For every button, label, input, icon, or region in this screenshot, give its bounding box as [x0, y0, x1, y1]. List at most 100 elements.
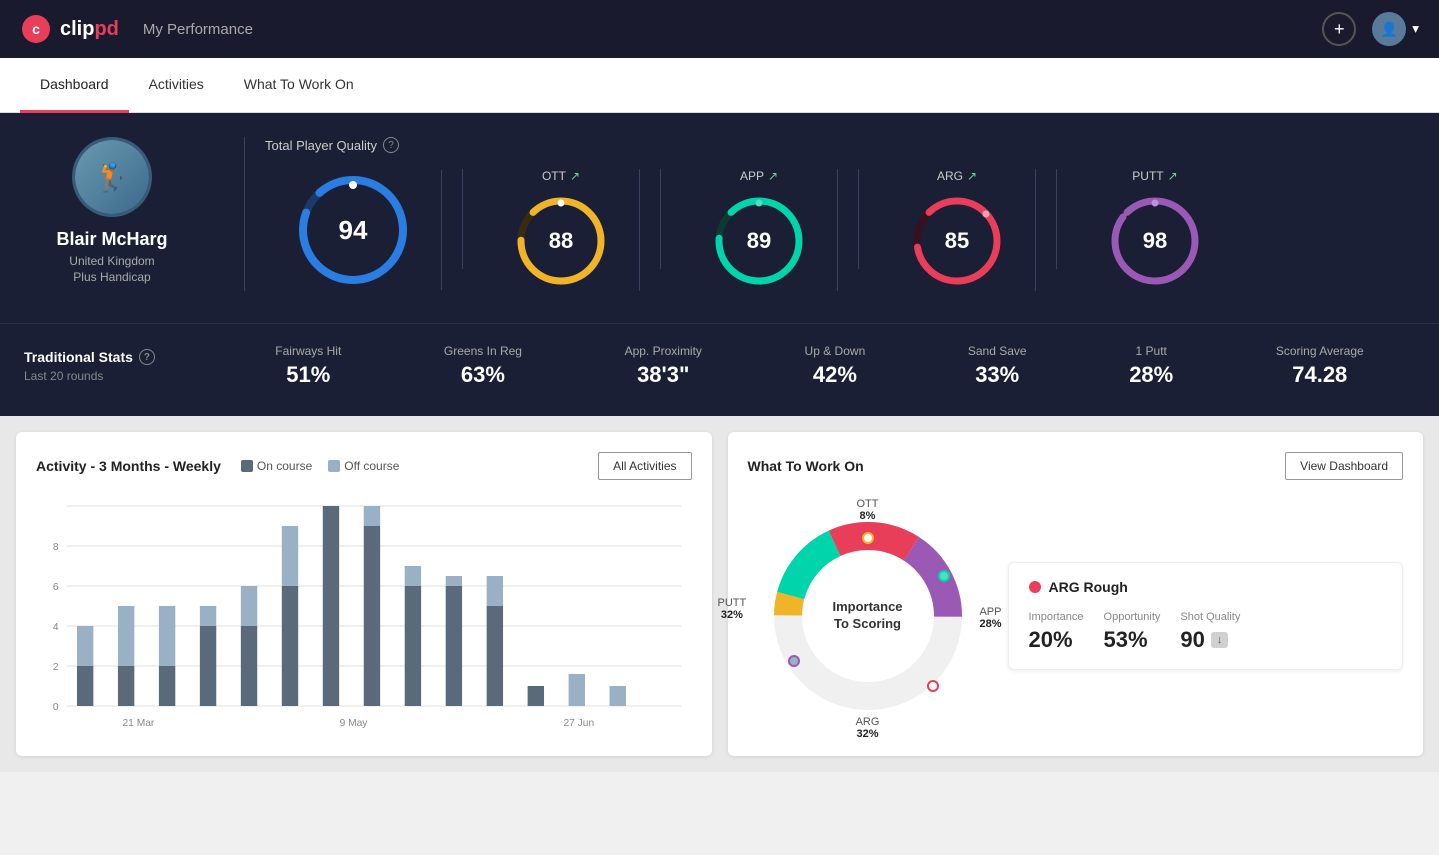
work-on-title: What To Work On [748, 458, 864, 474]
stat-1putt-label: 1 Putt [1136, 344, 1167, 358]
stats-title: Traditional Stats ? [24, 349, 224, 365]
view-dashboard-button[interactable]: View Dashboard [1285, 452, 1403, 480]
stat-app-proximity: App. Proximity 38'3" [625, 344, 702, 388]
gauge-app-label: APP ↗ [740, 169, 778, 183]
activity-card-header: Activity - 3 Months - Weekly On course O… [36, 452, 692, 480]
gauge-ott-wrapper: 88 [511, 191, 611, 291]
player-avatar: 🏌️ [72, 137, 152, 217]
arg-importance-label: Importance [1029, 611, 1084, 623]
label-app: APP 28% [979, 606, 1001, 630]
quality-info-icon[interactable]: ? [383, 137, 399, 153]
gauge-app-wrapper: 89 [709, 191, 809, 291]
stat-app-label: App. Proximity [625, 344, 702, 358]
avatar: 👤 [1372, 12, 1406, 46]
stat-1-putt: 1 Putt 28% [1129, 344, 1173, 388]
svg-text:9 May: 9 May [340, 718, 369, 729]
logo-clip: clip [60, 18, 94, 40]
player-handicap: Plus Handicap [73, 270, 150, 284]
app-pct: 28% [979, 618, 1001, 630]
quality-section: Total Player Quality ? 94 [265, 137, 1415, 291]
label-ott: OTT 8% [857, 498, 879, 522]
arg-opportunity: Opportunity 53% [1104, 611, 1161, 653]
ott-trend: ↗ [570, 169, 580, 183]
arg-info-card: ARG Rough Importance 20% Opportunity 53%… [1008, 562, 1404, 670]
stat-scoring-value: 74.28 [1292, 362, 1347, 388]
gauge-putt-wrapper: 98 [1105, 191, 1205, 291]
stat-1putt-value: 28% [1129, 362, 1173, 388]
stat-updown-value: 42% [813, 362, 857, 388]
putt-trend: ↗ [1168, 169, 1178, 183]
stat-app-value: 38'3" [637, 362, 689, 388]
all-activities-button[interactable]: All Activities [598, 452, 691, 480]
gauge-ott-label: OTT ↗ [542, 169, 580, 183]
donut-chart: Importance To Scoring OTT 8% APP 28% ARG… [748, 496, 988, 736]
ott-pct: 8% [857, 510, 879, 522]
quality-title: Total Player Quality [265, 138, 377, 153]
logo-text: clippd [60, 18, 119, 41]
stat-scoring-label: Scoring Average [1276, 344, 1364, 358]
header-left: c clippd My Performance [20, 13, 253, 45]
svg-text:8: 8 [53, 542, 59, 553]
vertical-divider [244, 137, 245, 291]
stat-sand-save: Sand Save 33% [968, 344, 1027, 388]
logo-icon: c [20, 13, 52, 45]
stats-subtitle: Last 20 rounds [24, 369, 224, 383]
gauge-ott: OTT ↗ 88 [483, 169, 640, 291]
label-putt: PUTT 32% [718, 597, 747, 621]
avatar-image: 🏌️ [75, 140, 149, 214]
gauge-arg-value: 85 [945, 228, 969, 254]
gauge-putt-label: PUTT ↗ [1132, 169, 1177, 183]
stat-greens-label: Greens In Reg [444, 344, 522, 358]
stat-fairways-hit-label: Fairways Hit [275, 344, 341, 358]
add-button[interactable]: + [1322, 12, 1356, 46]
arg-title: ARG Rough [1029, 579, 1383, 595]
arg-trend: ↗ [967, 169, 977, 183]
gauge-arg-label: ARG ↗ [937, 169, 977, 183]
legend-off-course-dot [328, 460, 340, 472]
shot-quality-badge: ↓ [1211, 632, 1229, 648]
gauge-total-wrapper: 94 [293, 170, 413, 290]
putt-pct: 32% [718, 609, 747, 621]
logo: c clippd [20, 13, 119, 45]
gauge-arg-wrapper: 85 [907, 191, 1007, 291]
svg-text:0: 0 [53, 702, 59, 713]
stats-items: Fairways Hit 51% Greens In Reg 63% App. … [224, 344, 1415, 388]
arg-metrics: Importance 20% Opportunity 53% Shot Qual… [1029, 611, 1383, 653]
stat-scoring-average: Scoring Average 74.28 [1276, 344, 1364, 388]
tab-what-to-work-on[interactable]: What To Work On [224, 58, 374, 113]
svg-text:6: 6 [53, 582, 59, 593]
divider-putt [1056, 169, 1057, 269]
chart-area: 0 2 4 6 8 [36, 496, 692, 736]
activity-header-left: Activity - 3 Months - Weekly On course O… [36, 458, 399, 474]
stat-updown-label: Up & Down [805, 344, 866, 358]
stat-fairways-hit-value: 51% [286, 362, 330, 388]
player-name: Blair McHarg [56, 229, 167, 250]
logo-pd: pd [94, 18, 118, 40]
arg-opportunity-label: Opportunity [1104, 611, 1161, 623]
legend-on-course: On course [241, 459, 312, 473]
arg-opportunity-value: 53% [1104, 627, 1161, 653]
work-on-card: What To Work On View Dashboard [728, 432, 1424, 756]
legend-on-course-label: On course [257, 459, 312, 473]
player-country: United Kingdom [69, 254, 154, 268]
stats-section: Traditional Stats ? Last 20 rounds Fairw… [0, 323, 1439, 416]
stat-greens-value: 63% [461, 362, 505, 388]
header-title: My Performance [143, 21, 253, 38]
label-arg: ARG 32% [856, 716, 880, 740]
stats-info-icon[interactable]: ? [139, 349, 155, 365]
gauges-row: 94 OTT ↗ 88 [265, 169, 1415, 291]
tab-activities[interactable]: Activities [129, 58, 224, 113]
tab-dashboard[interactable]: Dashboard [20, 58, 129, 113]
header: c clippd My Performance + 👤 ▾ [0, 0, 1439, 58]
user-menu-button[interactable]: 👤 ▾ [1372, 12, 1419, 46]
player-info: 🏌️ Blair McHarg United Kingdom Plus Hand… [24, 137, 224, 284]
arg-shot-quality-value: 90 ↓ [1180, 627, 1240, 653]
tab-bar: Dashboard Activities What To Work On [0, 58, 1439, 113]
gauge-app-value: 89 [747, 228, 771, 254]
hero-section: 🏌️ Blair McHarg United Kingdom Plus Hand… [0, 113, 1439, 323]
app-label-text: APP [979, 606, 1001, 618]
chart-legend: On course Off course [241, 459, 400, 473]
svg-text:c: c [32, 21, 40, 37]
work-on-content: Importance To Scoring OTT 8% APP 28% ARG… [748, 496, 1404, 736]
arg-title-text: ARG Rough [1049, 579, 1128, 595]
